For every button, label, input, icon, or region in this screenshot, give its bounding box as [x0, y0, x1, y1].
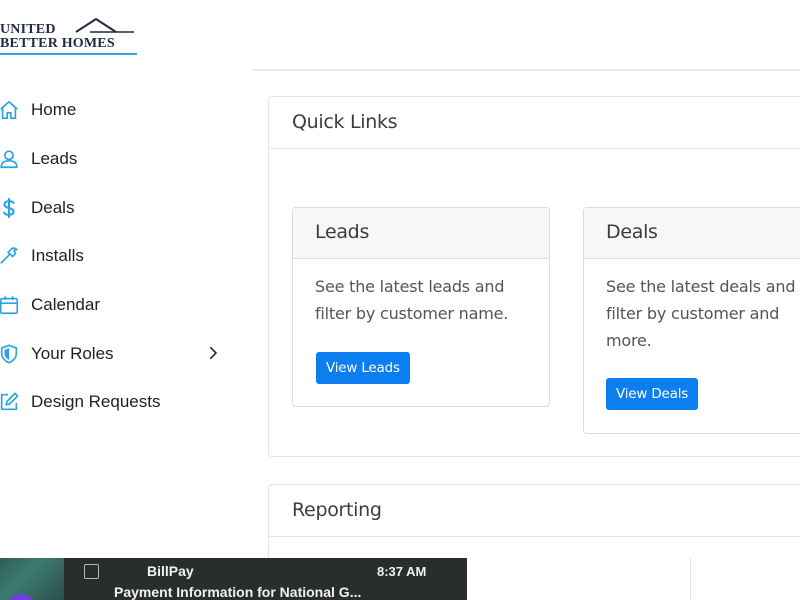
sidebar-item-label: Design Requests [31, 392, 161, 412]
sidebar-item-installs[interactable]: Installs [0, 232, 250, 281]
brand-line2: BETTER HOMES [0, 36, 115, 51]
notification-select-checkbox[interactable] [84, 564, 99, 579]
chevron-right-icon[interactable] [204, 344, 222, 362]
sidebar-item-label: Leads [31, 149, 78, 169]
header-divider [252, 69, 800, 71]
notification-sender: BillPay [147, 563, 194, 579]
sidebar-item-deals[interactable]: Deals [0, 183, 250, 232]
calendar-icon [0, 294, 20, 316]
sidebar-item-label: Your Roles [31, 343, 114, 363]
home-icon [0, 99, 20, 121]
sidebar-item-label: Installs [31, 246, 84, 266]
notification-subject: Payment Information for National G... [114, 584, 362, 600]
leads-quick-link-card: Leads See the latest leads and filter by… [292, 207, 550, 407]
notification-time: 8:37 AM [377, 564, 427, 579]
sidebar-nav: Home Leads Deals Installs Calendar Your … [0, 86, 250, 427]
brand-underline [0, 53, 137, 55]
view-deals-button[interactable]: View Deals [606, 378, 699, 410]
reporting-title: Reporting [269, 485, 800, 537]
email-notification-toast[interactable]: BillPay 8:37 AM Payment Information for … [0, 558, 467, 600]
notification-thumbnail [0, 558, 64, 600]
user-icon [0, 148, 20, 170]
deals-card-title: Deals [584, 208, 800, 259]
edit-icon [0, 391, 20, 413]
brand-logo[interactable]: UNITED BETTER HOMES [0, 18, 140, 56]
sidebar-item-leads[interactable]: Leads [0, 135, 250, 184]
leads-card-title: Leads [293, 208, 549, 259]
quick-links-title: Quick Links [269, 97, 800, 149]
leads-card-description: See the latest leads and filter by custo… [315, 277, 509, 323]
hammer-icon [0, 245, 20, 267]
house-roof-icon [75, 18, 134, 33]
sidebar-item-calendar[interactable]: Calendar [0, 281, 250, 330]
shield-icon [0, 343, 20, 365]
sidebar-item-label: Calendar [31, 295, 100, 315]
view-leads-button[interactable]: View Leads [316, 352, 410, 384]
sidebar-item-label: Deals [31, 197, 75, 217]
sidebar-item-label: Home [31, 100, 77, 120]
deals-card-description: See the latest deals and filter by custo… [606, 277, 796, 350]
deals-quick-link-card: Deals See the latest deals and filter by… [583, 207, 800, 434]
sidebar-item-your-roles[interactable]: Your Roles [0, 329, 250, 378]
sidebar-item-design-requests[interactable]: Design Requests [0, 378, 250, 427]
dollar-icon [0, 197, 20, 219]
reporting-column-divider [690, 558, 691, 600]
sidebar-item-home[interactable]: Home [0, 86, 250, 135]
